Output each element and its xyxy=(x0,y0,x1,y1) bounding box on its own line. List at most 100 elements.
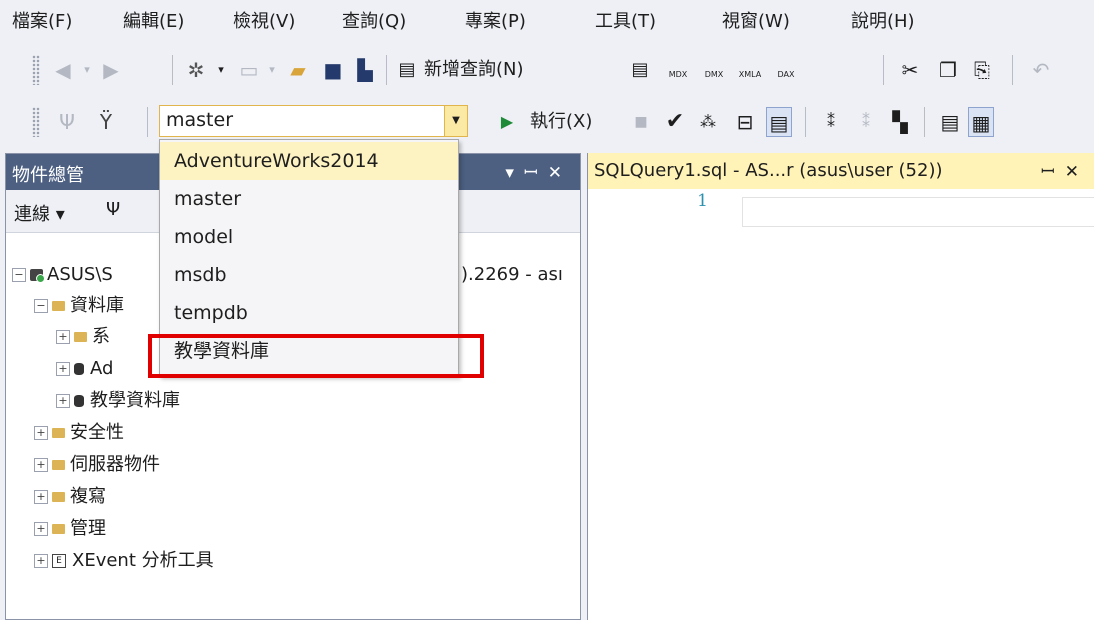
expand-icon[interactable]: + xyxy=(34,522,48,536)
tree-system-db-folder[interactable]: + 系 xyxy=(56,322,110,352)
dropdown-option[interactable]: msdb xyxy=(160,256,458,294)
editor-current-line[interactable] xyxy=(742,197,1094,227)
dmx-query-icon[interactable]: DMX xyxy=(697,55,731,85)
save-all-icon[interactable]: ▙ xyxy=(352,55,378,85)
results-to-text-icon[interactable]: ▤ xyxy=(937,107,963,137)
forward-icon[interactable]: ▶ xyxy=(100,55,122,85)
database-selector-value: master xyxy=(166,109,234,131)
menu-window[interactable]: 視窗(W) xyxy=(722,7,790,33)
tree-teaching-db-node[interactable]: + 教學資料庫 xyxy=(56,386,180,416)
tree-label: 教學資料庫 xyxy=(90,390,180,411)
chevron-down-icon[interactable]: ▾ xyxy=(80,55,94,85)
query-options-icon[interactable]: ⊟ xyxy=(732,107,758,137)
new-project-icon[interactable]: ✲ xyxy=(183,55,209,85)
xevent-icon: E xyxy=(52,554,66,568)
menu-query[interactable]: 查詢(Q) xyxy=(342,7,406,33)
copy-icon[interactable]: ❐ xyxy=(935,55,961,85)
menu-tools[interactable]: 工具(T) xyxy=(595,7,656,33)
back-icon[interactable]: ◀ xyxy=(52,55,74,85)
close-icon[interactable]: ✕ xyxy=(548,163,572,183)
chevron-down-icon[interactable]: ▾ xyxy=(214,55,228,85)
stop-icon[interactable]: ■ xyxy=(632,107,650,137)
tree-server-suffix: ).2269 - ası xyxy=(461,260,563,290)
connect-label: 連線 xyxy=(14,204,50,225)
dropdown-option[interactable]: model xyxy=(160,218,458,256)
tree-adventureworks-node[interactable]: + Ad xyxy=(56,354,113,384)
toolbar-separator xyxy=(805,107,806,137)
cut-icon[interactable]: ✂ xyxy=(897,55,923,85)
expand-icon[interactable]: + xyxy=(34,490,48,504)
chevron-down-icon[interactable]: ▾ xyxy=(505,163,524,183)
dropdown-option[interactable]: AdventureWorks2014 xyxy=(160,142,458,180)
tab-title: SQLQuery1.sql - AS...r (asus\user (52)) xyxy=(594,160,943,181)
menu-file[interactable]: 檔案(F) xyxy=(12,7,72,33)
display-plan-icon[interactable]: ⁂ xyxy=(695,107,721,137)
chevron-down-icon[interactable]: ▼ xyxy=(444,106,467,136)
live-stats-icon[interactable]: ⁑ xyxy=(853,107,879,137)
connect-plug-icon[interactable]: Ψ xyxy=(106,199,120,220)
tree-management-folder[interactable]: + 管理 xyxy=(34,514,106,544)
menu-view[interactable]: 檢視(V) xyxy=(233,7,295,33)
toolbar-separator xyxy=(1012,55,1013,85)
paste-icon[interactable]: ⎘ xyxy=(969,55,995,85)
undo-icon[interactable]: ↶ xyxy=(1028,55,1054,85)
tree-replication-folder[interactable]: + 複寫 xyxy=(34,482,106,512)
query-icon[interactable]: ▤ xyxy=(628,55,652,85)
database-icon xyxy=(74,363,84,375)
toolbar-grip[interactable] xyxy=(32,107,40,137)
panel-controls: ▾ꟷ✕ xyxy=(505,160,572,183)
expand-icon[interactable]: + xyxy=(56,394,70,408)
tree-security-folder[interactable]: + 安全性 xyxy=(34,418,124,448)
mdx-query-icon[interactable]: MDX xyxy=(661,55,695,85)
tree-label: 安全性 xyxy=(70,422,124,443)
expand-icon[interactable]: + xyxy=(34,458,48,472)
toolbar-separator xyxy=(386,55,387,85)
menu-edit[interactable]: 編輯(E) xyxy=(123,7,184,33)
folder-icon xyxy=(52,492,65,502)
connect-plug-icon[interactable]: Ψ xyxy=(55,107,79,137)
dax-query-icon[interactable]: DAX xyxy=(769,55,803,85)
dropdown-option[interactable]: master xyxy=(160,180,458,218)
menu-project[interactable]: 專案(P) xyxy=(465,7,526,33)
collapse-icon[interactable]: − xyxy=(34,299,48,313)
menu-bar: 檔案(F) 編輯(E) 檢視(V) 查詢(Q) 專案(P) 工具(T) 視窗(W… xyxy=(0,0,1094,40)
change-connection-icon[interactable]: Ϋ xyxy=(92,107,120,137)
tree-server-objects-folder[interactable]: + 伺服器物件 xyxy=(34,450,160,480)
intellisense-icon[interactable]: ▤ xyxy=(766,107,792,137)
add-item-icon[interactable]: ▭ xyxy=(236,55,262,85)
pin-icon[interactable]: ꟷ xyxy=(1041,162,1065,182)
new-query-button[interactable]: 新增查詢(N) xyxy=(424,55,524,85)
save-icon[interactable]: ■ xyxy=(320,55,346,85)
dropdown-option[interactable]: tempdb xyxy=(160,294,458,332)
close-icon[interactable]: ✕ xyxy=(1065,162,1089,182)
chevron-down-icon[interactable]: ▾ xyxy=(265,55,279,85)
tree-databases-folder[interactable]: − 資料庫 xyxy=(34,291,124,321)
object-explorer-title: 物件總管 xyxy=(12,165,84,186)
results-to-grid-icon[interactable]: ▦ xyxy=(968,107,994,137)
toolbar-separator xyxy=(924,107,925,137)
tree-xevent-node[interactable]: + E XEvent 分析工具 xyxy=(34,546,214,576)
line-number-gutter: 1 xyxy=(588,189,728,620)
database-selector[interactable]: master ▼ xyxy=(159,105,468,137)
line-number: 1 xyxy=(697,191,708,211)
include-plan-icon[interactable]: ⁑ xyxy=(818,107,844,137)
tree-label: 伺服器物件 xyxy=(70,454,160,475)
tree-server-node[interactable]: − ASUS\S xyxy=(12,260,113,290)
expand-icon[interactable]: + xyxy=(56,330,70,344)
play-icon[interactable]: ▶ xyxy=(498,107,516,137)
connect-button[interactable]: 連線 ▾ xyxy=(14,200,65,226)
open-folder-icon[interactable]: ▰ xyxy=(285,55,311,85)
new-query-icon[interactable]: ▤ xyxy=(395,55,419,85)
pin-icon[interactable]: ꟷ xyxy=(524,163,548,183)
toolbar-grip[interactable] xyxy=(32,55,40,85)
client-stats-icon[interactable]: ▚ xyxy=(887,107,913,137)
parse-check-icon[interactable]: ✔ xyxy=(663,107,687,137)
xmla-query-icon[interactable]: XMLA xyxy=(733,55,767,85)
expand-icon[interactable]: + xyxy=(56,362,70,376)
execute-button[interactable]: 執行(X) xyxy=(530,107,592,137)
tab-sqlquery1[interactable]: SQLQuery1.sql - AS...r (asus\user (52)) … xyxy=(588,153,1094,189)
collapse-icon[interactable]: − xyxy=(12,268,26,282)
expand-icon[interactable]: + xyxy=(34,554,48,568)
menu-help[interactable]: 說明(H) xyxy=(851,7,915,33)
expand-icon[interactable]: + xyxy=(34,426,48,440)
